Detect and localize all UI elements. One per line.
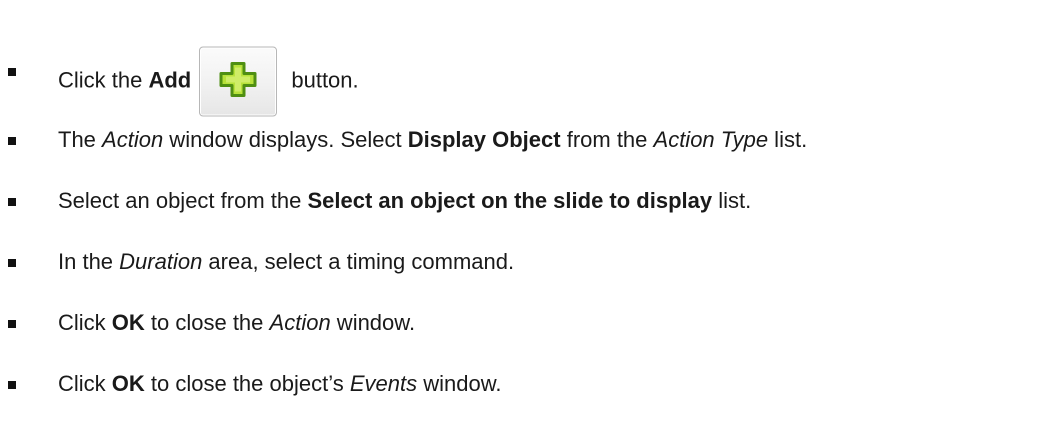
- italic-term: Events: [349, 371, 418, 396]
- text-run: area, select a timing command.: [202, 249, 515, 274]
- bold-term: OK: [111, 310, 145, 335]
- italic-term: Action: [269, 310, 331, 335]
- italic-term: Duration: [119, 249, 203, 274]
- add-button[interactable]: [199, 46, 278, 117]
- instruction-step: In the Duration area, select a timing co…: [0, 242, 1063, 282]
- text-run: Click: [58, 310, 112, 335]
- text-run: window.: [330, 310, 416, 335]
- italic-term: Action Type: [653, 127, 769, 152]
- bold-term: OK: [111, 371, 145, 396]
- bullet-icon: [8, 320, 16, 328]
- text-run: from the: [560, 127, 654, 152]
- bullet-icon: [8, 137, 16, 145]
- text-run: button.: [285, 67, 359, 93]
- instruction-text: Click OK to close the object’s Events wi…: [58, 373, 501, 395]
- instruction-text: Click the Add button.: [58, 46, 359, 117]
- text-run: to close the object’s: [144, 371, 350, 396]
- bold-term: Display Object: [407, 127, 561, 152]
- instruction-text: Select an object from the Select an obje…: [58, 190, 751, 212]
- bullet-icon: [8, 381, 16, 389]
- instruction-text: The Action window displays. Select Displ…: [58, 129, 807, 151]
- instruction-step: Click the Add button.: [0, 26, 1063, 117]
- text-run: to close the: [144, 310, 270, 335]
- instruction-text: In the Duration area, select a timing co…: [58, 251, 514, 273]
- instruction-step: The Action window displays. Select Displ…: [0, 120, 1063, 160]
- italic-term: Action: [102, 127, 164, 152]
- plus-icon: [219, 62, 257, 97]
- bullet-icon: [8, 68, 16, 76]
- text-run: list.: [712, 188, 752, 213]
- text-run: window.: [417, 371, 502, 396]
- text-run: The: [58, 127, 103, 152]
- instruction-step: Click OK to close the Action window.: [0, 303, 1063, 343]
- text-run: Select an object from the: [58, 188, 308, 213]
- instruction-step: Click OK to close the object’s Events wi…: [0, 364, 1063, 404]
- instruction-text: Click OK to close the Action window.: [58, 312, 415, 334]
- text-run: Click the: [58, 67, 149, 93]
- text-run: In the: [58, 249, 120, 274]
- text-run: Click: [58, 371, 112, 396]
- bold-term: Select an object on the slide to display: [307, 188, 713, 213]
- bullet-icon: [8, 198, 16, 206]
- instruction-step: Select an object from the Select an obje…: [0, 181, 1063, 221]
- bold-term: Add: [148, 67, 192, 93]
- bullet-icon: [8, 259, 16, 267]
- text-run: window displays. Select: [163, 127, 408, 152]
- text-run: list.: [768, 127, 808, 152]
